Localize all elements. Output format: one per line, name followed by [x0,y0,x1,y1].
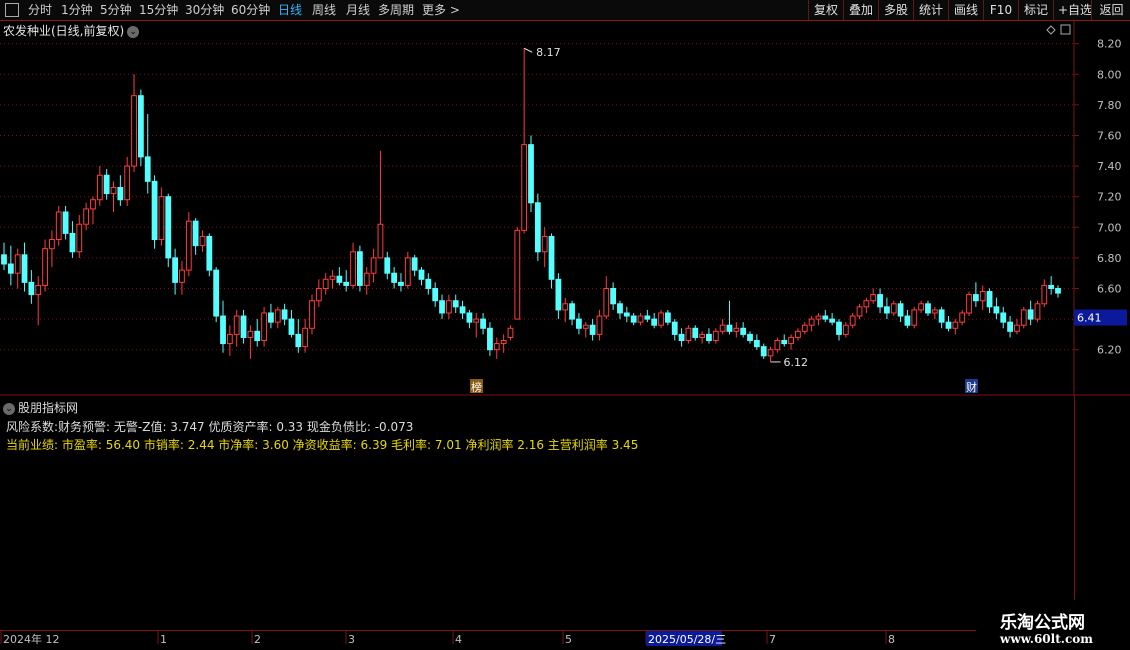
time-tick-label: 3 [348,633,355,646]
toolbar-button-6[interactable]: 标记 [1018,0,1053,20]
period-tab-0[interactable]: 分时 [28,2,52,18]
toolbar-button-7[interactable]: +自选 [1053,0,1092,20]
current-performance-line: 当前业绩: 市盈率: 56.40 市销率: 2.44 市净率: 3.60 净资收… [6,438,639,452]
indicator-title-text: 股朋指标网 [18,401,79,415]
low-price-label: 6.12 [784,356,809,369]
candle[interactable] [514,227,521,320]
toolbar-button-8[interactable]: 返回 [1091,0,1130,20]
chart-title[interactable]: 农发种业(日线,前复权) ⌄ [3,22,140,39]
price-tick-label: 8.20 [1097,38,1122,51]
candle[interactable] [966,291,972,317]
current-price-label: 6.41 [1077,312,1102,325]
period-tab-4[interactable]: 30分钟 [185,2,224,18]
period-tab-2[interactable]: 5分钟 [100,2,132,18]
price-tick-label: 7.80 [1097,99,1122,112]
price-tick-label: 8.00 [1097,68,1122,81]
price-tick-label: 7.00 [1097,221,1122,234]
candle[interactable] [158,187,165,246]
toolbar-button-5[interactable]: F10 [983,0,1018,20]
candle[interactable] [658,309,664,329]
price-tick-label: 7.60 [1097,129,1122,142]
candle[interactable] [206,233,213,277]
candle[interactable] [1020,306,1027,329]
watermark-title: 乐淘公式网 [1000,613,1085,633]
time-tick-label: 5 [565,633,572,646]
period-tab-3[interactable]: 15分钟 [139,2,178,18]
period-tab-10[interactable]: 更多 > [422,2,460,18]
period-toolbar: 分时 1分钟 5分钟 15分钟 30分钟 60分钟 日线 周线 月线 多周期 更多 > 复权 叠加 多股统… [0,0,1130,21]
time-axis: 2024年 12 1 2 3 4 5 2025/05/28/三 7 8 [0,630,1130,646]
kline-chart[interactable]: 8.208.007.807.607.407.207.006.806.606.40… [0,21,1130,396]
candle[interactable] [534,193,541,261]
period-tab-9[interactable]: 多周期 [378,2,414,18]
time-tick-label: 8 [888,633,895,646]
candle[interactable] [685,325,692,344]
time-tick-label: 2025/05/28/三 [648,633,726,646]
chevron-down-icon[interactable]: ⌄ [127,25,140,38]
time-tick-label: 1 [160,633,167,646]
candle[interactable] [151,175,158,249]
risk-coefficient-line: 风险系数:财务预警: 无警-Z值: 3.747 优质资产率: 0.33 现金负债… [6,420,414,434]
time-tick-label: 2 [254,633,261,646]
high-price-label: 8.17 [536,46,561,59]
candle[interactable] [165,193,172,268]
candle[interactable] [137,89,144,167]
candle[interactable] [185,211,192,277]
time-tick-label: 4 [455,633,462,646]
candle[interactable] [309,294,315,335]
period-tab-8[interactable]: 月线 [346,2,370,18]
price-tick-label: 7.40 [1097,160,1122,173]
price-tick-label: 6.80 [1097,252,1122,265]
toolbar-button-1[interactable]: 叠加 [843,0,878,20]
time-tick-label: 2024年 12 [3,632,60,646]
chart-title-text: 农发种业(日线,前复权) [3,24,125,38]
candle[interactable] [357,245,363,292]
candle[interactable] [213,267,220,323]
price-tick-label: 6.60 [1097,282,1122,295]
period-tab-1[interactable]: 1分钟 [61,2,93,18]
candle[interactable] [528,135,534,212]
indicator-panel-frame [0,413,1074,415]
window-toggle-icon[interactable] [5,3,19,17]
toolbar-button-3[interactable]: 统计 [913,0,948,20]
time-tick-label: 7 [769,633,776,646]
period-tab-5[interactable]: 60分钟 [231,2,270,18]
toolbar-button-4[interactable]: 画线 [948,0,983,20]
toolbar-button-0[interactable]: 复权 [808,0,843,20]
candle[interactable] [55,205,62,246]
event-marker-bang[interactable]: 榜 [471,380,482,394]
period-tab-6[interactable]: 日线 [278,2,302,18]
candle[interactable] [1034,300,1041,323]
toolbar-button-2[interactable]: 多股 [878,0,913,20]
event-marker-cai[interactable]: 财 [966,380,977,394]
indicator-title[interactable]: ⌄ 股朋指标网 [3,399,78,416]
candle[interactable] [911,306,918,329]
price-tick-label: 7.20 [1097,191,1122,204]
price-tick-label: 6.20 [1097,344,1122,357]
watermark-url: www.60lt.com [1000,632,1093,646]
indicator-axis-separator [1074,396,1075,600]
period-tab-7[interactable]: 周线 [312,2,336,18]
chevron-down-icon[interactable]: ⌄ [3,402,15,415]
candle[interactable] [261,306,267,347]
